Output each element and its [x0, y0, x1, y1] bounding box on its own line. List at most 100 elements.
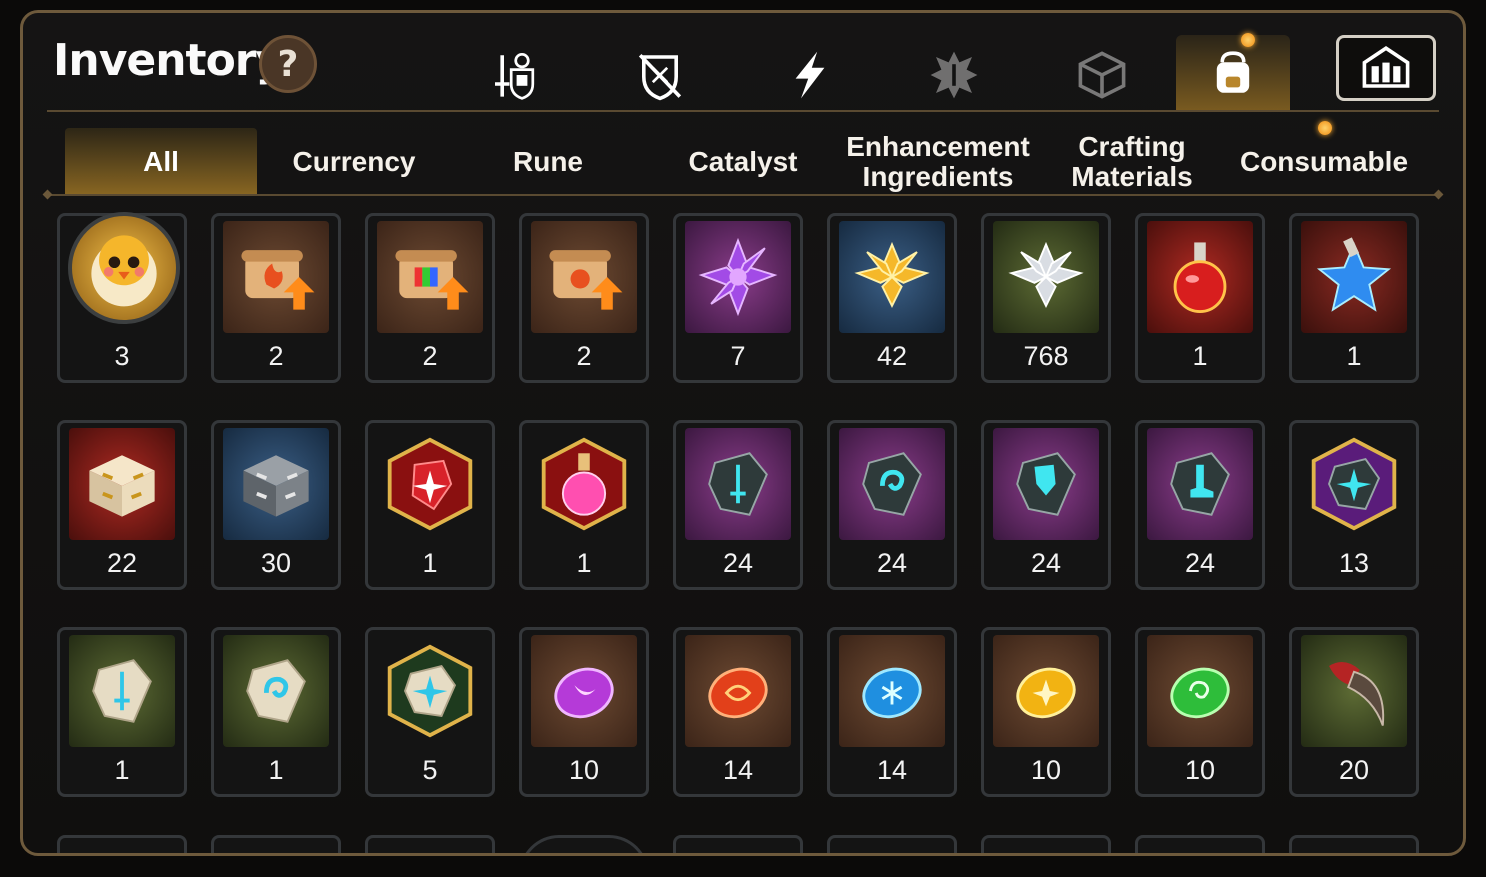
sun-gem-icon [993, 635, 1099, 747]
item-slot[interactable]: 20 [1289, 627, 1419, 797]
item-count: 24 [1030, 548, 1062, 578]
item-slot[interactable]: 1 [1289, 213, 1419, 383]
inventory-panel: Inventory ? All Currency Rune Catalyst E… [20, 10, 1466, 856]
pink-potion-hexagon-icon [531, 428, 637, 540]
item-slot[interactable]: 10 [1135, 627, 1265, 797]
silver-treasure-chest-icon [223, 428, 329, 540]
item-count: 42 [876, 341, 908, 371]
equipment-icon[interactable] [483, 45, 543, 105]
tab-enhancement-ingredients[interactable]: Enhancement Ingredients [841, 128, 1035, 196]
star-rune-tablet-hexagon-icon [377, 635, 483, 747]
item-count: 14 [722, 755, 754, 785]
item-slot[interactable] [211, 835, 341, 853]
item-count: 2 [268, 341, 284, 371]
blue-star-potion-icon [1301, 221, 1407, 333]
item-slot[interactable]: 1 [365, 420, 495, 590]
item-count: 1 [422, 548, 438, 578]
spiral-rune-stone-icon [839, 428, 945, 540]
item-slot[interactable] [1135, 835, 1265, 853]
item-slot[interactable]: 768 [981, 213, 1111, 383]
tab-catalyst[interactable]: Catalyst [648, 128, 838, 196]
item-count: 22 [106, 548, 138, 578]
item-count: 24 [876, 548, 908, 578]
tab-crafting-materials[interactable]: Crafting Materials [1037, 128, 1227, 196]
notification-dot-icon [1318, 121, 1332, 135]
item-slot[interactable] [827, 835, 957, 853]
item-slot[interactable]: 10 [981, 627, 1111, 797]
item-count: 10 [1184, 755, 1216, 785]
item-slot[interactable] [519, 835, 649, 853]
item-count: 10 [1030, 755, 1062, 785]
red-shard-hexagon-icon [377, 428, 483, 540]
item-count: 20 [1338, 755, 1370, 785]
item-slot[interactable]: 42 [827, 213, 957, 383]
spiral-rune-tablet-icon [223, 635, 329, 747]
fire-scroll-upgrade-icon [223, 221, 329, 333]
chick-mascot-icon [68, 212, 180, 324]
item-count: 1 [268, 755, 284, 785]
tab-rune[interactable]: Rune [453, 128, 643, 196]
item-slot[interactable] [981, 835, 1111, 853]
item-slot[interactable] [365, 835, 495, 853]
item-count: 7 [730, 341, 746, 371]
item-slot[interactable]: 24 [827, 420, 957, 590]
item-slot[interactable]: 22 [57, 420, 187, 590]
item-slot[interactable]: 14 [827, 627, 957, 797]
gold-treasure-chest-icon [69, 428, 175, 540]
item-count: 768 [1023, 341, 1069, 371]
item-slot[interactable]: 3 [57, 212, 187, 383]
rainbow-scroll-upgrade-icon [377, 221, 483, 333]
moon-gem-icon [531, 635, 637, 747]
item-slot[interactable]: 7 [673, 213, 803, 383]
item-slot[interactable]: 5 [365, 627, 495, 797]
item-slot[interactable]: 2 [365, 213, 495, 383]
item-count: 2 [576, 341, 592, 371]
tab-all[interactable]: All [65, 128, 257, 196]
item-slot[interactable]: 24 [673, 420, 803, 590]
item-slot[interactable]: 1 [211, 627, 341, 797]
item-slot[interactable] [673, 835, 803, 853]
item-slot[interactable] [1289, 835, 1419, 853]
item-count: 1 [576, 548, 592, 578]
spiky-emblem-icon[interactable] [924, 45, 984, 105]
sword-rune-stone-icon [685, 428, 791, 540]
item-count: 1 [1346, 341, 1362, 371]
item-count: 30 [260, 548, 292, 578]
item-slot[interactable]: 13 [1289, 420, 1419, 590]
fire-gem-icon [685, 635, 791, 747]
armor-rune-stone-icon [993, 428, 1099, 540]
item-slot[interactable]: 24 [1135, 420, 1265, 590]
item-slot[interactable]: 1 [1135, 213, 1265, 383]
item-slot[interactable]: 1 [519, 420, 649, 590]
item-slot[interactable]: 10 [519, 627, 649, 797]
backpack-icon[interactable] [1176, 35, 1290, 111]
boot-rune-stone-icon [1147, 428, 1253, 540]
item-count: 1 [114, 755, 130, 785]
gold-crystal-flower-icon [839, 221, 945, 333]
item-count: 10 [568, 755, 600, 785]
item-slot[interactable]: 24 [981, 420, 1111, 590]
tab-consumable[interactable]: Consumable [1229, 128, 1419, 196]
bag-scroll-upgrade-icon [531, 221, 637, 333]
cube-icon[interactable] [1072, 45, 1132, 105]
item-slot[interactable]: 14 [673, 627, 803, 797]
purple-crystal-flower-icon [685, 221, 791, 333]
header-divider [47, 110, 1439, 112]
item-slot[interactable]: 2 [211, 213, 341, 383]
item-slot[interactable]: 30 [211, 420, 341, 590]
item-count: 3 [114, 341, 130, 371]
item-count: 2 [422, 341, 438, 371]
tab-divider [47, 194, 1439, 196]
item-count: 24 [1184, 548, 1216, 578]
item-slot[interactable] [57, 835, 187, 853]
castle-crest-icon[interactable] [1336, 35, 1436, 101]
tab-currency[interactable]: Currency [259, 128, 449, 196]
help-button[interactable]: ? [259, 35, 317, 93]
item-count: 14 [876, 755, 908, 785]
item-slot[interactable]: 2 [519, 213, 649, 383]
lightning-icon[interactable] [780, 45, 840, 105]
no-gear-shield-icon[interactable] [630, 45, 690, 105]
item-slot[interactable]: 1 [57, 627, 187, 797]
silver-crystal-flower-icon [993, 221, 1099, 333]
wind-gem-icon [1147, 635, 1253, 747]
